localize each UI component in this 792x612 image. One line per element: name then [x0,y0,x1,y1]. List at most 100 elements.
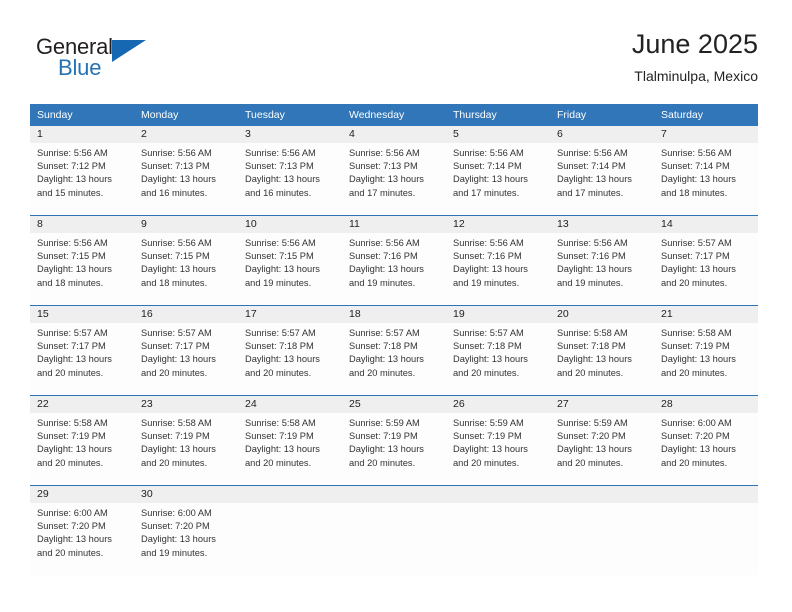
day-cell-content: 4 Sunrise: 5:56 AM Sunset: 7:13 PM Daylight… [342,126,446,215]
calendar-day-cell[interactable]: 13 Sunrise: 5:56 AM Sunset: 7:16 PM Dayligh… [550,215,654,306]
day-number: 22 [30,396,134,413]
calendar-day-cell[interactable]: 1 Sunrise: 5:56 AM Sunset: 7:12 PM Daylight… [30,126,134,216]
calendar-day-cell[interactable]: 11 Sunrise: 5:56 AM Sunset: 7:16 PM Dayligh… [342,215,446,306]
day-cell-content: 11 Sunrise: 5:56 AM Sunset: 7:16 PM Dayligh… [342,216,446,305]
calendar-day-cell[interactable]: 12 Sunrise: 5:56 AM Sunset: 7:16 PM Dayligh… [446,215,550,306]
day-cell-content: 13 Sunrise: 5:56 AM Sunset: 7:16 PM Dayligh… [550,216,654,305]
day-number [238,486,342,503]
sunset-text: Sunset: 7:14 PM [557,161,626,172]
day-number: 8 [30,216,134,233]
daylight-text-line2: and 20 minutes. [37,547,104,558]
daylight-text-line2: and 19 minutes. [349,277,416,288]
calendar-day-cell[interactable]: 22 Sunrise: 5:58 AM Sunset: 7:19 PM Dayligh… [30,395,134,486]
calendar-day-cell[interactable] [342,485,446,575]
calendar-day-cell[interactable]: 15 Sunrise: 5:57 AM Sunset: 7:17 PM Dayligh… [30,305,134,396]
day-number: 13 [550,216,654,233]
sunset-text: Sunset: 7:18 PM [245,341,314,352]
day-number: 6 [550,126,654,143]
calendar-day-cell[interactable]: 23 Sunrise: 5:58 AM Sunset: 7:19 PM Dayligh… [134,395,238,486]
calendar-day-cell[interactable]: 7 Sunrise: 5:56 AM Sunset: 7:14 PM Daylight… [654,126,758,216]
day-number: 27 [550,396,654,413]
weekday-header-tuesday: Tuesday [238,104,342,126]
day-cell-content [654,486,758,575]
calendar-day-cell[interactable] [238,485,342,575]
day-details: Sunrise: 5:59 AM Sunset: 7:20 PM Daylight:… [550,413,654,470]
day-details: Sunrise: 5:56 AM Sunset: 7:15 PM Daylight:… [134,233,238,290]
day-cell-content: 18 Sunrise: 5:57 AM Sunset: 7:18 PM Dayligh… [342,306,446,395]
day-details: Sunrise: 6:00 AM Sunset: 7:20 PM Daylight:… [654,413,758,470]
daylight-text-line1: Daylight: 13 hours [661,264,736,275]
calendar-day-cell[interactable]: 2 Sunrise: 5:56 AM Sunset: 7:13 PM Daylight… [134,126,238,216]
sunrise-text: Sunrise: 5:56 AM [245,238,316,248]
calendar-day-cell[interactable]: 25 Sunrise: 5:59 AM Sunset: 7:19 PM Dayligh… [342,395,446,486]
day-details [446,503,550,507]
weekday-header-saturday: Saturday [654,104,758,126]
calendar-day-cell[interactable]: 18 Sunrise: 5:57 AM Sunset: 7:18 PM Dayligh… [342,305,446,396]
calendar-day-cell[interactable]: 4 Sunrise: 5:56 AM Sunset: 7:13 PM Daylight… [342,126,446,216]
day-cell-content: 9 Sunrise: 5:56 AM Sunset: 7:15 PM Daylight… [134,216,238,305]
sunrise-text: Sunrise: 5:57 AM [245,328,316,338]
calendar-day-cell[interactable]: 9 Sunrise: 5:56 AM Sunset: 7:15 PM Daylight… [134,215,238,306]
day-cell-content [342,486,446,575]
calendar-week-row: 29 Sunrise: 6:00 AM Sunset: 7:20 PM Dayligh… [30,485,758,575]
day-number: 25 [342,396,446,413]
calendar-day-cell[interactable]: 24 Sunrise: 5:58 AM Sunset: 7:19 PM Dayligh… [238,395,342,486]
day-details: Sunrise: 5:56 AM Sunset: 7:16 PM Daylight:… [446,233,550,290]
day-number: 17 [238,306,342,323]
calendar-day-cell[interactable]: 26 Sunrise: 5:59 AM Sunset: 7:19 PM Dayligh… [446,395,550,486]
day-cell-content: 19 Sunrise: 5:57 AM Sunset: 7:18 PM Dayligh… [446,306,550,395]
sunrise-text: Sunrise: 5:56 AM [37,148,108,158]
calendar-day-cell[interactable]: 28 Sunrise: 6:00 AM Sunset: 7:20 PM Dayligh… [654,395,758,486]
day-cell-content: 28 Sunrise: 6:00 AM Sunset: 7:20 PM Dayligh… [654,396,758,485]
daylight-text-line2: and 20 minutes. [453,367,520,378]
daylight-text-line1: Daylight: 13 hours [661,444,736,455]
sunset-text: Sunset: 7:18 PM [557,341,626,352]
day-number: 7 [654,126,758,143]
day-details: Sunrise: 5:57 AM Sunset: 7:18 PM Daylight:… [238,323,342,380]
calendar-day-cell[interactable]: 10 Sunrise: 5:56 AM Sunset: 7:15 PM Dayligh… [238,215,342,306]
calendar-day-cell[interactable]: 30 Sunrise: 6:00 AM Sunset: 7:20 PM Dayligh… [134,485,238,575]
calendar-day-cell[interactable]: 14 Sunrise: 5:57 AM Sunset: 7:17 PM Dayligh… [654,215,758,306]
sunset-text: Sunset: 7:20 PM [141,521,210,532]
calendar-day-cell[interactable]: 27 Sunrise: 5:59 AM Sunset: 7:20 PM Dayligh… [550,395,654,486]
day-details: Sunrise: 5:58 AM Sunset: 7:19 PM Daylight:… [30,413,134,470]
day-number [342,486,446,503]
calendar-day-cell[interactable]: 6 Sunrise: 5:56 AM Sunset: 7:14 PM Daylight… [550,126,654,216]
daylight-text-line2: and 16 minutes. [245,187,312,198]
sunset-text: Sunset: 7:20 PM [557,431,626,442]
day-cell-content: 12 Sunrise: 5:56 AM Sunset: 7:16 PM Dayligh… [446,216,550,305]
sunrise-text: Sunrise: 5:56 AM [453,238,524,248]
sunset-text: Sunset: 7:19 PM [141,431,210,442]
day-details [342,503,446,507]
day-number: 9 [134,216,238,233]
daylight-text-line1: Daylight: 13 hours [557,174,632,185]
calendar-day-cell[interactable]: 3 Sunrise: 5:56 AM Sunset: 7:13 PM Daylight… [238,126,342,216]
daylight-text-line1: Daylight: 13 hours [557,264,632,275]
day-number: 28 [654,396,758,413]
title-block: June 2025 Tlalminulpa, Mexico [632,28,758,86]
calendar-day-cell[interactable] [446,485,550,575]
calendar-day-cell[interactable]: 16 Sunrise: 5:57 AM Sunset: 7:17 PM Dayligh… [134,305,238,396]
calendar-day-cell[interactable] [550,485,654,575]
day-details: Sunrise: 6:00 AM Sunset: 7:20 PM Daylight:… [30,503,134,560]
daylight-text-line1: Daylight: 13 hours [453,174,528,185]
calendar-day-cell[interactable]: 19 Sunrise: 5:57 AM Sunset: 7:18 PM Dayligh… [446,305,550,396]
calendar-day-cell[interactable]: 29 Sunrise: 6:00 AM Sunset: 7:20 PM Dayligh… [30,485,134,575]
calendar-day-cell[interactable]: 8 Sunrise: 5:56 AM Sunset: 7:15 PM Daylight… [30,215,134,306]
sunrise-text: Sunrise: 6:00 AM [141,508,212,518]
daylight-text-line2: and 20 minutes. [141,367,208,378]
calendar-day-cell[interactable]: 5 Sunrise: 5:56 AM Sunset: 7:14 PM Daylight… [446,126,550,216]
daylight-text-line2: and 20 minutes. [349,457,416,468]
sunrise-text: Sunrise: 5:59 AM [453,418,524,428]
calendar-day-cell[interactable]: 21 Sunrise: 5:58 AM Sunset: 7:19 PM Dayligh… [654,305,758,396]
weekday-header-thursday: Thursday [446,104,550,126]
calendar-day-cell[interactable]: 20 Sunrise: 5:58 AM Sunset: 7:18 PM Dayligh… [550,305,654,396]
day-details: Sunrise: 5:56 AM Sunset: 7:14 PM Daylight:… [446,143,550,200]
calendar-table: Sunday Monday Tuesday Wednesday Thursday… [30,104,758,575]
calendar-day-cell[interactable] [654,485,758,575]
day-number: 3 [238,126,342,143]
sunset-text: Sunset: 7:19 PM [661,341,730,352]
day-cell-content: 25 Sunrise: 5:59 AM Sunset: 7:19 PM Dayligh… [342,396,446,485]
day-cell-content: 22 Sunrise: 5:58 AM Sunset: 7:19 PM Dayligh… [30,396,134,485]
calendar-day-cell[interactable]: 17 Sunrise: 5:57 AM Sunset: 7:18 PM Dayligh… [238,305,342,396]
